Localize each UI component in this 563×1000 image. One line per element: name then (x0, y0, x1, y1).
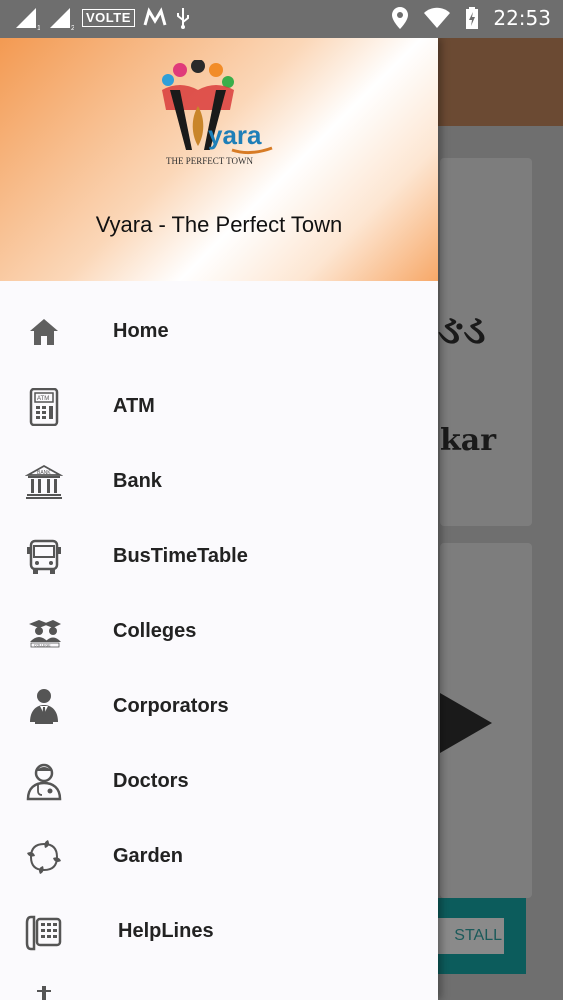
bus-icon (24, 537, 64, 577)
volte-badge: VOLTE (82, 9, 135, 27)
svg-text:2: 2 (71, 25, 74, 30)
menu-item-bus-time-table[interactable]: BusTimeTable (0, 519, 438, 594)
helpline-phone-icon (24, 912, 64, 952)
clock: 22:53 (493, 6, 551, 30)
menu-item-home[interactable]: Home (0, 294, 438, 369)
background-fragment: kar (440, 423, 497, 458)
home-icon (24, 312, 64, 352)
menu-item-label: Home (113, 320, 169, 342)
college-icon-text: COLLEGE (34, 644, 51, 648)
signal-2-icon: 2 (50, 8, 74, 30)
partial-item-icon (24, 979, 64, 1000)
signal-1-icon: 1 (16, 8, 40, 30)
menu-item-garden[interactable]: Garden (0, 819, 438, 894)
menu-item-label: HelpLines (118, 920, 214, 942)
menu-item-colleges[interactable]: COLLEGE Colleges (0, 594, 438, 669)
menu-item-label: Colleges (113, 620, 197, 642)
svg-text:1: 1 (37, 25, 40, 30)
garden-icon (24, 837, 64, 877)
college-icon: COLLEGE (24, 612, 64, 652)
atm-icon: ATM (24, 387, 64, 427)
menu-item-label: ATM (113, 395, 155, 417)
install-button[interactable]: STALL (430, 918, 504, 954)
wifi-icon (424, 7, 451, 28)
bank-icon-text: BANK (37, 470, 51, 476)
drawer-header: yara THE PERFECT TOWN Vyara - The Perfec… (0, 38, 438, 281)
menu-item-helplines[interactable]: HelpLines (0, 894, 438, 969)
battery-charging-icon (466, 7, 479, 29)
status-bar: 1 2 VOLTE 22:53 (0, 0, 563, 38)
doctor-icon (24, 762, 64, 802)
logo-text: yara (208, 120, 262, 150)
corporator-icon (24, 687, 64, 727)
play-icon (440, 693, 492, 753)
atm-icon-text: ATM (37, 396, 49, 402)
menu-item-corporators[interactable]: Corporators (0, 669, 438, 744)
status-bar-left: 1 2 VOLTE (14, 6, 191, 30)
background-fragment: ઙડ (438, 306, 486, 353)
menu-item-label: BusTimeTable (113, 545, 248, 567)
status-bar-right: 22:53 (391, 6, 551, 30)
menu-item-label: Garden (113, 845, 184, 867)
menu-item-label: Corporators (113, 695, 229, 717)
menu-item-doctors[interactable]: Doctors (0, 744, 438, 819)
vyara-logo: yara THE PERFECT TOWN (162, 60, 273, 166)
menu-item-partial[interactable] (0, 969, 438, 1000)
usb-icon (176, 8, 189, 29)
bank-icon: BANK (24, 462, 64, 502)
menu-item-label: Bank (113, 470, 162, 492)
drawer-title: Vyara - The Perfect Town (95, 212, 343, 237)
drawer-menu: Home ATM ATM BANK Bank BusTimeTable COLL (0, 294, 438, 1000)
location-icon (392, 7, 409, 29)
menu-item-label: Doctors (113, 770, 189, 792)
background-card (440, 543, 532, 898)
menu-item-bank[interactable]: BANK Bank (0, 444, 438, 519)
menu-item-atm[interactable]: ATM ATM (0, 369, 438, 444)
navigation-drawer: yara THE PERFECT TOWN Vyara - The Perfec… (0, 38, 438, 1000)
moto-icon (143, 7, 167, 26)
logo-tagline: THE PERFECT TOWN (166, 156, 254, 166)
